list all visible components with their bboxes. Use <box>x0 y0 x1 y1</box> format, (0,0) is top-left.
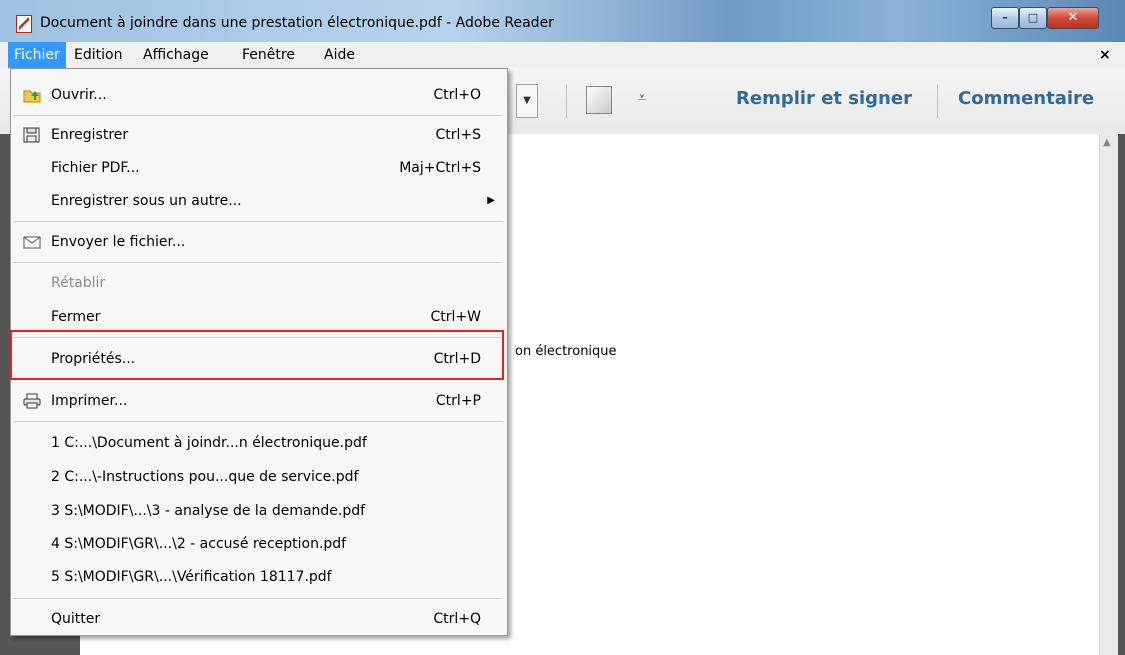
recent-file-2[interactable]: 2 C:...\-Instructions pou...que de servi… <box>11 461 507 493</box>
menu-item-open[interactable]: Ouvrir... Ctrl+O <box>11 79 507 111</box>
minimize-button[interactable]: – <box>991 7 1019 29</box>
window-title: Document à joindre dans une prestation é… <box>40 15 554 31</box>
recent-file-1[interactable]: 1 C:...\Document à joindr...n électroniq… <box>11 427 507 459</box>
menu-separator <box>13 421 503 423</box>
title-bar: Document à joindre dans une prestation é… <box>0 0 1125 42</box>
menu-item-send-file[interactable]: Envoyer le fichier... <box>11 226 507 258</box>
comment-button[interactable]: Commentaire <box>958 88 1094 109</box>
toolbar-overflow-icon[interactable]: ⩡ <box>638 90 646 106</box>
fullscreen-expand-icon[interactable] <box>586 86 612 114</box>
menu-aide[interactable]: Aide <box>318 42 361 68</box>
menu-item-print[interactable]: Imprimer... Ctrl+P <box>11 385 507 417</box>
vertical-scrollbar[interactable] <box>1099 134 1118 655</box>
close-document-icon[interactable]: × <box>1099 42 1111 68</box>
menu-separator <box>13 115 503 117</box>
recent-file-4[interactable]: 4 S:\MODIF\GR\...\2 - accusé reception.p… <box>11 528 507 560</box>
menu-item-pdf-file[interactable]: Fichier PDF... Maj+Ctrl+S <box>11 152 507 184</box>
menu-separator <box>13 262 503 264</box>
save-icon <box>23 127 40 143</box>
recent-file-5[interactable]: 5 S:\MODIF\GR\...\Vérification 18117.pdf <box>11 561 507 593</box>
menu-bar: Fichier Edition Affichage Fenêtre Aide × <box>0 42 1125 69</box>
adobe-reader-app-icon <box>16 15 32 33</box>
toolbar-divider <box>566 84 567 118</box>
open-folder-icon <box>23 90 41 103</box>
menu-item-revert: Rétablir <box>51 275 106 291</box>
menu-affichage[interactable]: Affichage <box>137 42 215 68</box>
document-text: on électronique <box>515 344 617 359</box>
menu-fichier[interactable]: Fichier <box>8 42 66 68</box>
maximize-button[interactable]: □ <box>1019 7 1047 29</box>
toolbar-divider <box>937 84 938 118</box>
printer-icon <box>23 393 41 409</box>
menu-separator <box>13 221 503 223</box>
fill-and-sign-button[interactable]: Remplir et signer <box>736 88 912 109</box>
properties-highlight-box <box>10 330 504 380</box>
menu-item-quit[interactable]: Quitter Ctrl+Q <box>11 603 507 635</box>
close-window-button[interactable]: ✕ <box>1047 7 1099 29</box>
menu-edition[interactable]: Edition <box>68 42 128 68</box>
envelope-icon <box>23 236 41 249</box>
menu-item-close[interactable]: Fermer Ctrl+W <box>11 301 507 333</box>
submenu-arrow-icon: ▶ <box>487 195 495 206</box>
menu-item-save[interactable]: Enregistrer Ctrl+S <box>11 119 507 151</box>
scroll-up-arrow-icon[interactable]: ▲ <box>1103 137 1111 148</box>
menu-separator <box>13 598 503 600</box>
menu-item-save-as-other[interactable]: Enregistrer sous un autre... ▶ <box>11 185 507 217</box>
zoom-dropdown-button[interactable]: ▼ <box>516 84 538 118</box>
menu-fenetre[interactable]: Fenêtre <box>236 42 301 68</box>
recent-file-3[interactable]: 3 S:\MODIF\...\3 - analyse de la demande… <box>11 495 507 527</box>
